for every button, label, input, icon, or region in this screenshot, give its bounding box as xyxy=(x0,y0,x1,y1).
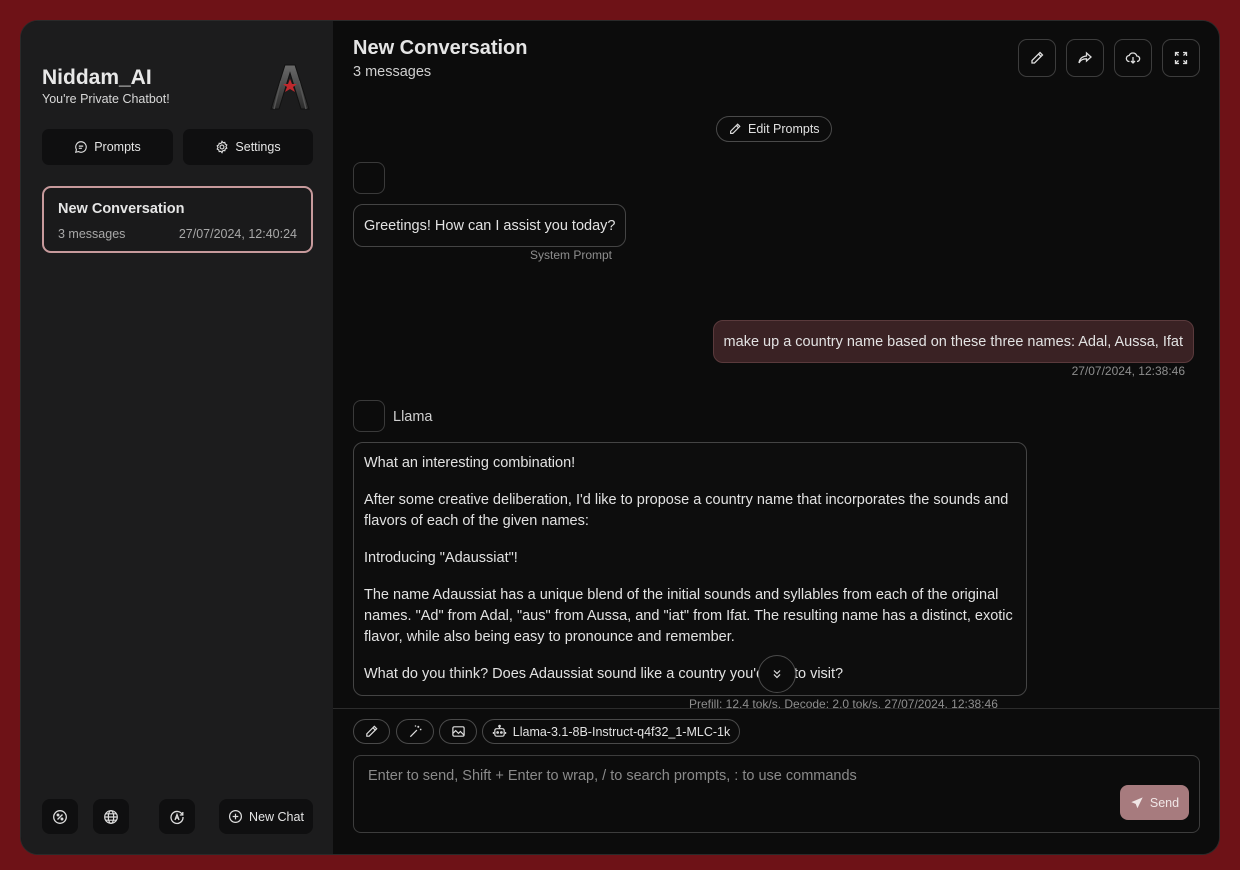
plus-circle-icon xyxy=(229,809,243,824)
user-message-bubble: make up a country name based on these th… xyxy=(712,320,1194,363)
system-prompt-label: System Prompt xyxy=(530,248,613,262)
conversation-date: 27/07/2024, 12:40:24 xyxy=(178,227,297,241)
user-message-date: 27/07/2024, 12:38:46 xyxy=(1071,364,1185,378)
bot-paragraph: The name Adaussiat has a unique blend of… xyxy=(364,587,1013,645)
fullscreen-button[interactable] xyxy=(1162,39,1200,77)
system-message-bubble: Greetings! How can I assist you today? xyxy=(353,204,627,247)
settings-button[interactable]: Settings xyxy=(183,129,313,165)
bot-paragraph: Introducing "Adaussiat"! xyxy=(364,550,518,566)
conversation-title: New Conversation xyxy=(58,201,185,217)
share-arrow-icon xyxy=(1078,51,1092,64)
auto-theme-icon xyxy=(170,810,184,824)
pencil-icon xyxy=(730,123,741,134)
scroll-to-bottom-button[interactable] xyxy=(758,655,796,693)
model-selector-button[interactable]: Llama-3.1-8B-Instruct-q4f32_1-MLC-1k xyxy=(482,719,740,744)
settings-label: Settings xyxy=(235,140,281,154)
send-button[interactable]: Send xyxy=(1120,785,1189,820)
brand-title: Niddam_AI xyxy=(42,66,152,89)
bot-name: Llama xyxy=(393,409,433,425)
language-button[interactable] xyxy=(93,799,129,834)
bot-paragraph: What an interesting combination! xyxy=(364,455,576,471)
system-avatar xyxy=(353,162,385,194)
maximize-icon xyxy=(1174,51,1188,65)
app-window: Niddam_AI You're Private Chatbot! Prompt… xyxy=(20,20,1220,855)
image-frame-icon xyxy=(451,726,465,737)
send-label: Send xyxy=(1149,795,1180,810)
chat-bubble-icon xyxy=(75,141,88,154)
composer-divider xyxy=(333,708,1219,709)
send-icon xyxy=(1131,796,1143,808)
composer-box: Send xyxy=(353,755,1200,833)
conversation-item[interactable]: New Conversation 3 messages 27/07/2024, … xyxy=(42,186,313,253)
edit-chip-button[interactable] xyxy=(353,719,390,744)
pencil-icon xyxy=(1031,51,1044,64)
model-name: Llama-3.1-8B-Instruct-q4f32_1-MLC-1k xyxy=(512,724,731,739)
prompts-button[interactable]: Prompts xyxy=(42,129,173,165)
chat-input[interactable] xyxy=(354,756,1199,832)
new-chat-label: New Chat xyxy=(249,809,304,824)
chat-title: New Conversation xyxy=(353,37,528,59)
bot-paragraph: What do you think? Does Adaussiat sound … xyxy=(364,666,844,682)
bot-avatar xyxy=(353,400,385,432)
gear-icon xyxy=(216,140,228,154)
theme-button[interactable] xyxy=(159,799,195,834)
sidebar: Niddam_AI You're Private Chatbot! Prompt… xyxy=(21,21,333,854)
share-button[interactable] xyxy=(1066,39,1104,77)
mask-button[interactable] xyxy=(439,719,477,744)
edit-prompts-label: Edit Prompts xyxy=(748,122,820,136)
robot-icon xyxy=(492,724,506,737)
bot-paragraph: After some creative deliberation, I'd li… xyxy=(364,492,1009,529)
download-button[interactable] xyxy=(1114,39,1152,77)
rename-chat-button[interactable] xyxy=(1018,39,1056,77)
pencil-icon xyxy=(366,725,378,737)
edit-prompts-button[interactable]: Edit Prompts xyxy=(716,116,832,142)
brand-subtitle: You're Private Chatbot! xyxy=(42,92,170,106)
chat-panel: New Conversation 3 messages Edit Prompts… xyxy=(333,21,1219,854)
globe-icon xyxy=(104,809,118,824)
conversation-message-count: 3 messages xyxy=(58,227,126,241)
new-chat-button[interactable]: New Chat xyxy=(219,799,313,834)
cloud-download-icon xyxy=(1125,52,1141,64)
prompt-switch-button[interactable] xyxy=(42,799,78,834)
chevrons-down-icon xyxy=(773,670,781,679)
magic-wand-icon xyxy=(409,725,421,738)
bot-message-bubble: What an interesting combination! After s… xyxy=(353,442,1027,696)
prompts-label: Prompts xyxy=(94,140,141,154)
magic-wand-button[interactable] xyxy=(396,719,434,744)
brand-logo-icon xyxy=(270,64,310,110)
chat-message-count: 3 messages xyxy=(353,64,432,80)
percent-circle-icon xyxy=(53,809,67,824)
